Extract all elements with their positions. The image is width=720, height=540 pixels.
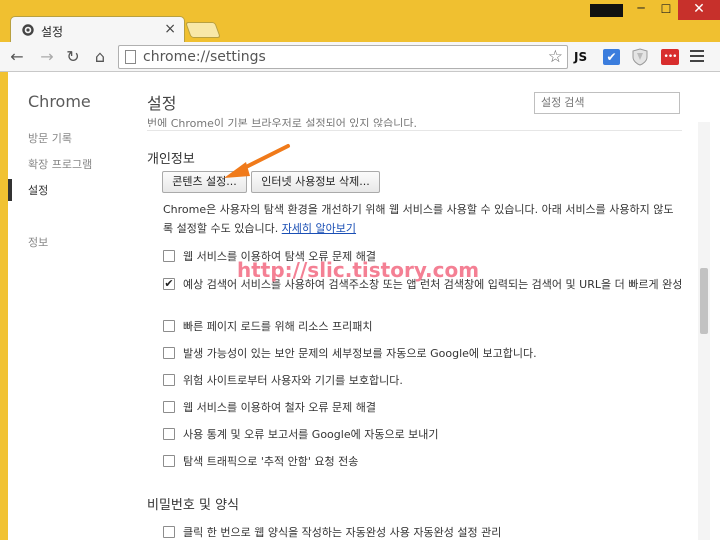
option-label: 발생 가능성이 있는 보안 문제의 세부정보를 자동으로 Google에 보고합… [183, 347, 537, 360]
header-divider [147, 130, 682, 131]
reload-button[interactable]: ↻ [62, 46, 84, 68]
sidebar-item-extensions[interactable]: 확장 프로그램 [28, 156, 92, 172]
minimize-button[interactable]: ─ [628, 0, 654, 20]
checkbox[interactable] [163, 526, 175, 538]
page-title: 설정 [147, 94, 177, 113]
new-tab-button[interactable] [185, 22, 221, 38]
gear-icon [22, 24, 34, 36]
checkbox[interactable] [163, 374, 175, 386]
watermark: http://slic.tistory.com [237, 258, 480, 282]
privacy-description: Chrome은 사용자의 탐색 환경을 개선하기 위해 웹 서비스를 사용할 수… [163, 200, 683, 238]
tab-settings[interactable]: 설정 × [10, 16, 185, 44]
option-label: 위험 사이트로부터 사용자와 기기를 보호합니다. [183, 374, 403, 387]
checkbox[interactable] [163, 250, 175, 262]
learn-more-link[interactable]: 자세히 알아보기 [282, 222, 356, 235]
privacy-heading: 개인정보 [147, 152, 195, 167]
js-extension-icon[interactable]: JS [574, 50, 587, 64]
close-window-button[interactable]: ✕ [678, 0, 720, 20]
back-button[interactable]: ← [6, 46, 28, 68]
settings-search-input[interactable] [534, 92, 680, 114]
checkbox[interactable] [163, 401, 175, 413]
title-bar: 설정 × ─ ☐ ✕ [0, 0, 720, 44]
option-label: 사용 통계 및 오류 보고서를 Google에 자동으로 보내기 [183, 428, 439, 441]
star-icon[interactable]: ☆ [548, 46, 563, 68]
browser-toolbar: ← → ↻ ⌂ chrome://settings ☆ JS ✔ ••• [0, 42, 720, 72]
tab-title: 설정 [41, 25, 64, 39]
active-indicator [8, 179, 12, 201]
sidebar-item-about[interactable]: 정보 [28, 234, 48, 250]
forward-button[interactable]: → [36, 46, 58, 68]
option-label: 클릭 한 번으로 웹 양식을 작성하는 자동완성 사용 자동완성 설정 관리 [183, 526, 502, 539]
option-label: 탐색 트래픽으로 '추적 안함' 요청 전송 [183, 455, 359, 468]
default-browser-text: 번에 Chrome이 기본 브라우저로 설정되어 있지 않습니다. [147, 117, 418, 127]
annotation-arrow [224, 144, 290, 178]
sidebar-item-history[interactable]: 방문 기록 [28, 130, 72, 146]
passwords-heading: 비밀번호 및 양식 [147, 498, 239, 513]
checkbox[interactable] [163, 428, 175, 440]
option-label: 웹 서비스를 이용하여 철자 오류 문제 해결 [183, 401, 377, 414]
maximize-button[interactable]: ☐ [654, 0, 678, 20]
url-text: chrome://settings [143, 49, 266, 65]
menu-icon[interactable] [690, 50, 704, 64]
option-label: 빠른 페이지 로드를 위해 리소스 프리패치 [183, 320, 373, 333]
redacted-block [590, 4, 623, 17]
window-edge [0, 72, 8, 540]
checkbox[interactable] [163, 320, 175, 332]
settings-page: Chrome 방문 기록 확장 프로그램 설정 정보 설정 번에 Chrome이… [0, 72, 720, 540]
home-button[interactable]: ⌂ [89, 46, 111, 68]
red-extension-icon[interactable]: ••• [661, 49, 679, 65]
check-extension-icon[interactable]: ✔ [603, 49, 620, 65]
address-bar[interactable]: chrome://settings ☆ [118, 45, 568, 69]
checkbox-checked[interactable]: ✔ [163, 278, 175, 290]
sidebar-item-settings[interactable]: 설정 [28, 182, 48, 198]
tab-close-icon[interactable]: × [164, 21, 176, 37]
sidebar-title: Chrome [28, 92, 91, 111]
shield-icon[interactable] [632, 48, 648, 66]
checkbox[interactable] [163, 347, 175, 359]
checkbox[interactable] [163, 455, 175, 467]
page-icon [125, 50, 136, 64]
scrollbar-thumb[interactable] [700, 268, 708, 334]
privacy-description-text: Chrome은 사용자의 탐색 환경을 개선하기 위해 웹 서비스를 사용할 수… [163, 203, 674, 235]
